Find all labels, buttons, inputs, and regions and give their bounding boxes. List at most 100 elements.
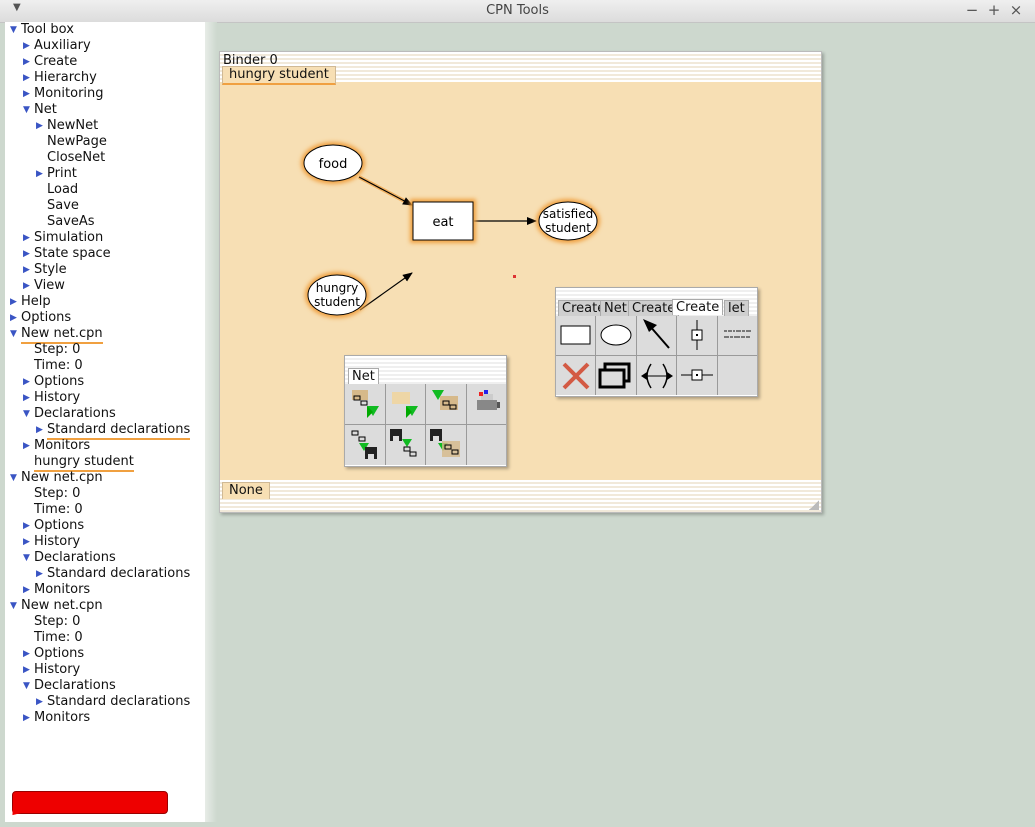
tree-item-label: Options	[34, 646, 85, 661]
collapse-triangle-icon[interactable]: ▼	[23, 678, 30, 694]
transition-tool[interactable]	[556, 316, 596, 355]
expand-triangle-icon[interactable]: ▶	[23, 230, 30, 246]
minimize-button[interactable]: −	[964, 1, 980, 19]
tree-item-label: Print	[47, 166, 77, 181]
collapse-triangle-icon[interactable]: ▼	[10, 470, 17, 486]
arc-food-eat-line	[358, 176, 413, 206]
expand-triangle-icon[interactable]: ▶	[36, 566, 43, 582]
tree-item-label: Standard declarations	[47, 694, 191, 709]
tree-item-label: Monitors	[34, 710, 91, 725]
expand-triangle-icon[interactable]: ▶	[23, 438, 30, 454]
resize-grip[interactable]	[809, 500, 819, 510]
net-palette-grid	[345, 384, 506, 465]
expand-triangle-icon[interactable]: ▶	[23, 582, 30, 598]
place-food-label: food	[319, 157, 348, 172]
expand-triangle-icon[interactable]: ▶	[10, 294, 17, 310]
tree-item-label: Save	[47, 198, 79, 213]
place-satisfied-label-1: satisfied	[543, 207, 593, 221]
collapse-triangle-icon[interactable]: ▼	[23, 406, 30, 422]
aux-text-tool[interactable]	[717, 316, 757, 355]
expand-triangle-icon[interactable]: ▶	[36, 166, 43, 182]
bend-point-tool[interactable]	[636, 356, 677, 395]
canvas-marker-dot	[513, 275, 516, 278]
expand-triangle-icon[interactable]: ▶	[23, 390, 30, 406]
tree-item-label: Tool box	[21, 22, 74, 37]
horizontal-guide-tool[interactable]	[677, 316, 717, 355]
create-palette[interactable]: Create Net Create let Create	[555, 287, 758, 397]
tree-item-label: Standard declarations	[47, 566, 191, 581]
tab-none[interactable]: None	[222, 482, 270, 499]
tree-item-label: History	[34, 534, 81, 549]
expand-triangle-icon[interactable]: ▶	[23, 38, 30, 54]
expand-triangle-icon[interactable]: ▶	[23, 54, 30, 70]
collapse-triangle-icon[interactable]: ▼	[10, 22, 17, 38]
expand-triangle-icon[interactable]: ▶	[36, 118, 43, 134]
collapse-triangle-icon[interactable]: ▼	[10, 598, 17, 614]
create-palette-tab-2[interactable]: Net	[600, 300, 631, 316]
place-tool[interactable]	[596, 316, 636, 355]
tree-item-label: NewPage	[47, 134, 107, 149]
close-net-tool[interactable]	[426, 384, 466, 424]
save-as-tool[interactable]	[426, 425, 466, 465]
place-satisfied-label-2: student	[545, 221, 591, 235]
tree-item-label: New net.cpn	[21, 470, 103, 485]
vertical-guide-tool[interactable]	[677, 356, 717, 395]
tree-item-label: View	[34, 278, 65, 293]
substitution-tool[interactable]	[596, 356, 636, 395]
tree-item-label: Time: 0	[34, 358, 83, 373]
tree-item-label: SaveAs	[47, 214, 95, 229]
tree-item-label: NewNet	[47, 118, 99, 133]
new-page-tool[interactable]	[385, 384, 425, 424]
expand-triangle-icon[interactable]: ▶	[23, 710, 30, 726]
create-palette-tab-5[interactable]: let	[724, 300, 749, 316]
tree-item-label: Style	[34, 262, 67, 277]
tree-item-label: Auxiliary	[34, 38, 91, 53]
binder-window[interactable]: Binder 0 hungry student food eat hungry …	[219, 51, 822, 513]
net-palette-tab[interactable]: Net	[348, 368, 379, 384]
expand-triangle-icon[interactable]: ▶	[23, 278, 30, 294]
net-canvas[interactable]: food eat hungry student satisfied studen…	[220, 82, 821, 480]
expand-triangle-icon[interactable]: ▶	[23, 374, 30, 390]
expand-triangle-icon[interactable]: ▶	[36, 422, 43, 438]
load-tool[interactable]	[345, 425, 385, 465]
net-palette[interactable]: Net	[344, 355, 507, 467]
collapse-triangle-icon[interactable]: ▼	[10, 326, 17, 342]
tree-item-label: Monitors	[34, 438, 91, 453]
maximize-button[interactable]: +	[986, 1, 1002, 19]
tree-item-label: Options	[34, 518, 85, 533]
binder-footer	[220, 480, 821, 512]
tree-item-label: Options	[21, 310, 72, 325]
tree-item-label: Create	[34, 54, 78, 69]
new-net-tool[interactable]	[345, 384, 385, 424]
tree-item-label: Load	[47, 182, 79, 197]
expand-triangle-icon[interactable]: ▶	[23, 262, 30, 278]
close-button[interactable]: ×	[1008, 1, 1024, 19]
print-tool[interactable]	[466, 384, 506, 424]
expand-triangle-icon[interactable]: ▶	[23, 534, 30, 550]
collapse-triangle-icon[interactable]: ▼	[23, 102, 30, 118]
sidebar-shadow	[205, 22, 217, 822]
tree-item-label: Options	[34, 374, 85, 389]
expand-triangle-icon[interactable]: ▶	[23, 70, 30, 86]
expand-triangle-icon[interactable]: ▶	[23, 646, 30, 662]
tree-item-label: New net.cpn	[21, 598, 103, 613]
delete-tool[interactable]	[556, 356, 596, 395]
arc-tool[interactable]	[636, 316, 677, 355]
expand-triangle-icon[interactable]: ▶	[36, 694, 43, 710]
collapse-triangle-icon[interactable]: ▼	[23, 550, 30, 566]
tree-item-label: Time: 0	[34, 502, 83, 517]
expand-triangle-icon[interactable]: ▶	[10, 310, 17, 326]
expand-triangle-icon[interactable]: ▶	[23, 662, 30, 678]
tree-item-label: Step: 0	[34, 342, 81, 357]
tree-item-label: Monitors	[34, 582, 91, 597]
tree-item-label: Declarations	[34, 406, 116, 421]
expand-triangle-icon[interactable]: ▶	[23, 518, 30, 534]
tree-item-label: Declarations	[34, 678, 116, 693]
create-palette-tab-active[interactable]: Create	[672, 299, 724, 315]
empty-tool-slot	[466, 425, 506, 465]
tree-item-label: Step: 0	[34, 614, 81, 629]
expand-triangle-icon[interactable]: ▶	[23, 246, 30, 262]
expand-triangle-icon[interactable]: ▶	[23, 86, 30, 102]
save-tool[interactable]	[385, 425, 425, 465]
tree-item-label: Hierarchy	[34, 70, 97, 85]
